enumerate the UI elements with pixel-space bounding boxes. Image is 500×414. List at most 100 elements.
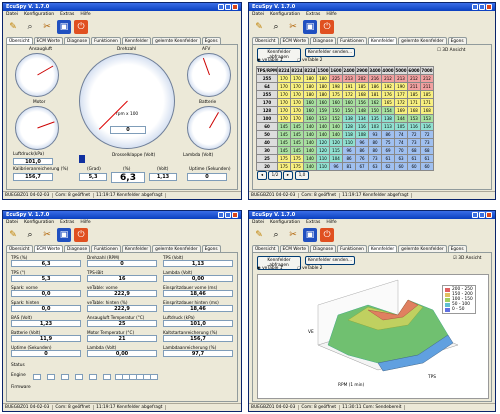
table-cell[interactable]: 63 <box>394 154 408 163</box>
menu-help[interactable]: Hilfe <box>326 12 336 17</box>
tools-icon[interactable]: ✂ <box>286 228 300 242</box>
table-cell[interactable]: 156 <box>355 98 369 107</box>
maximize-button[interactable] <box>479 212 485 218</box>
table-cell[interactable]: 212 <box>407 74 421 83</box>
table-cell[interactable]: 144 <box>394 114 408 123</box>
table-cell[interactable]: 213 <box>342 74 356 83</box>
radio-vetable-2[interactable]: ○ veTable 2 <box>297 266 323 271</box>
table-cell[interactable]: 160 <box>329 98 343 107</box>
minimize-button[interactable] <box>218 212 224 218</box>
table-cell[interactable]: 180 <box>316 74 330 83</box>
table-cell[interactable]: 140 <box>303 162 317 171</box>
next-button[interactable]: ▸ <box>283 171 293 180</box>
connect-icon[interactable]: ✎ <box>6 20 20 34</box>
table-cell[interactable]: 160 <box>316 98 330 107</box>
table-cell[interactable]: 145 <box>277 138 291 147</box>
radio-vetable-1[interactable]: ◉ veTable 1 <box>257 58 283 63</box>
table-cell[interactable]: 165 <box>381 98 395 107</box>
menu-config[interactable]: Konfiguration <box>24 12 54 17</box>
table-cell[interactable]: 170 <box>290 90 304 99</box>
close-button[interactable] <box>232 212 238 218</box>
table-cell[interactable]: 170 <box>277 114 291 123</box>
3d-view-checkbox[interactable]: ☑ 3D Ansicht <box>453 256 482 261</box>
table-cell[interactable]: 152 <box>329 114 343 123</box>
table-cell[interactable]: 86 <box>355 146 369 155</box>
table-cell[interactable]: 72 <box>407 130 421 139</box>
tools-icon[interactable]: ✂ <box>40 20 54 34</box>
table-cell[interactable]: 145 <box>277 146 291 155</box>
table-cell[interactable]: 170 <box>277 82 291 91</box>
table-cell[interactable]: 171 <box>407 98 421 107</box>
table-cell[interactable]: 150 <box>329 106 343 115</box>
menu-help[interactable]: Hilfe <box>326 220 336 225</box>
save-icon[interactable]: ▣ <box>57 228 71 242</box>
menu-extras[interactable]: Extras <box>306 12 320 17</box>
table-cell[interactable]: 138 <box>342 114 356 123</box>
search-icon[interactable]: ⌕ <box>269 20 283 34</box>
search-icon[interactable]: ⌕ <box>23 20 37 34</box>
table-cell[interactable]: 63 <box>368 162 382 171</box>
table-cell[interactable]: 185 <box>407 90 421 99</box>
menu-file[interactable]: Datei <box>6 220 18 225</box>
table-cell[interactable]: 120 <box>316 138 330 147</box>
table-cell[interactable]: 108 <box>355 130 369 139</box>
table-cell[interactable]: 69 <box>381 146 395 155</box>
table-cell[interactable]: 170 <box>290 82 304 91</box>
table-cell[interactable]: 96 <box>355 138 369 147</box>
table-cell[interactable]: 73 <box>368 154 382 163</box>
menu-extras[interactable]: Extras <box>60 220 74 225</box>
table-cell[interactable]: 80 <box>368 138 382 147</box>
table-cell[interactable]: 67 <box>355 162 369 171</box>
menu-config[interactable]: Konfiguration <box>270 220 300 225</box>
menu-help[interactable]: Hilfe <box>80 12 90 17</box>
table-cell[interactable]: 73 <box>420 138 434 147</box>
table-cell[interactable]: 68 <box>420 146 434 155</box>
table-cell[interactable]: 198 <box>329 82 343 91</box>
table-cell[interactable]: 170 <box>277 106 291 115</box>
menu-config[interactable]: Konfiguration <box>24 220 54 225</box>
table-cell[interactable]: 116 <box>355 122 369 131</box>
table-cell[interactable]: 153 <box>407 114 421 123</box>
menu-file[interactable]: Datei <box>252 12 264 17</box>
tools-icon[interactable]: ✂ <box>40 228 54 242</box>
table-cell[interactable]: 160 <box>303 98 317 107</box>
table-cell[interactable]: 170 <box>290 98 304 107</box>
3d-view-checkbox[interactable]: ☐ 3D Ansicht <box>437 48 466 53</box>
table-cell[interactable]: 140 <box>329 122 343 131</box>
table-cell[interactable]: 170 <box>290 74 304 83</box>
close-button[interactable] <box>486 4 492 10</box>
search-icon[interactable]: ⌕ <box>23 228 37 242</box>
save-icon[interactable]: ▣ <box>303 20 317 34</box>
table-cell[interactable]: 175 <box>290 154 304 163</box>
table-cell[interactable]: 180 <box>316 90 330 99</box>
table-cell[interactable]: 180 <box>316 82 330 91</box>
send-maps-button[interactable]: Kennfelder senden... <box>305 48 355 57</box>
table-cell[interactable]: 159 <box>316 106 330 115</box>
table-cell[interactable]: 216 <box>368 74 382 83</box>
table-cell[interactable]: 113 <box>381 122 395 131</box>
table-cell[interactable]: 68 <box>407 146 421 155</box>
step-field[interactable]: 1,0 <box>295 171 309 180</box>
table-cell[interactable]: 81 <box>342 162 356 171</box>
minimize-button[interactable] <box>218 4 224 10</box>
close-button[interactable] <box>486 212 492 218</box>
table-cell[interactable]: 150 <box>342 106 356 115</box>
table-cell[interactable]: 140 <box>316 130 330 139</box>
table-cell[interactable]: 171 <box>420 98 434 107</box>
table-cell[interactable]: 160 <box>303 114 317 123</box>
table-cell[interactable]: 140 <box>303 154 317 163</box>
table-cell[interactable]: 170 <box>290 114 304 123</box>
table-cell[interactable]: 60 <box>407 162 421 171</box>
search-icon[interactable]: ⌕ <box>269 228 283 242</box>
table-cell[interactable]: 153 <box>316 114 330 123</box>
power-icon[interactable]: ⏻ <box>74 20 88 34</box>
table-cell[interactable]: 73 <box>407 138 421 147</box>
table-cell[interactable]: 104 <box>329 154 343 163</box>
table-cell[interactable]: 96 <box>329 162 343 171</box>
table-cell[interactable]: 74 <box>394 138 408 147</box>
menu-file[interactable]: Datei <box>6 12 18 17</box>
table-cell[interactable]: 177 <box>394 90 408 99</box>
table-cell[interactable]: 212 <box>420 74 434 83</box>
table-cell[interactable]: 62 <box>381 162 395 171</box>
table-cell[interactable]: 175 <box>329 90 343 99</box>
